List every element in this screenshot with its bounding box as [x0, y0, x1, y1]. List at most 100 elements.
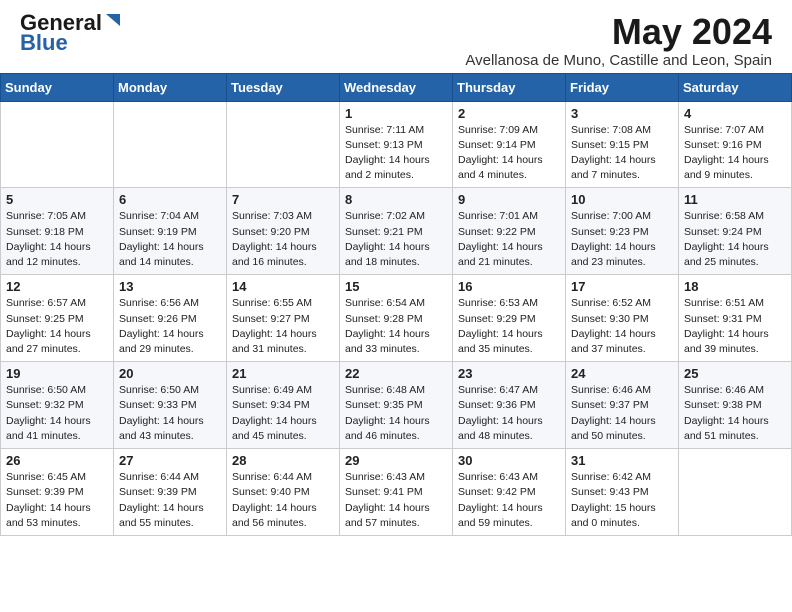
day-info: Sunrise: 6:49 AMSunset: 9:34 PMDaylight:… [232, 383, 334, 444]
weekday-header-sunday: Sunday [1, 73, 114, 101]
calendar-cell: 27 Sunrise: 6:44 AMSunset: 9:39 PMDayligh… [114, 449, 227, 536]
weekday-header-tuesday: Tuesday [227, 73, 340, 101]
day-info: Sunrise: 7:01 AMSunset: 9:22 PMDaylight:… [458, 209, 560, 270]
calendar-cell: 28 Sunrise: 6:44 AMSunset: 9:40 PMDayligh… [227, 449, 340, 536]
day-info: Sunrise: 6:58 AMSunset: 9:24 PMDaylight:… [684, 209, 786, 270]
day-number: 20 [119, 366, 221, 381]
calendar-cell: 12Sunrise: 6:57 AMSunset: 9:25 PMDayligh… [1, 275, 114, 362]
day-number: 22 [345, 366, 447, 381]
day-number: 21 [232, 366, 334, 381]
calendar-cell [227, 101, 340, 188]
day-number: 16 [458, 279, 560, 294]
day-number: 15 [345, 279, 447, 294]
day-info: Sunrise: 7:02 AMSunset: 9:21 PMDaylight:… [345, 209, 447, 270]
day-number: 6 [119, 192, 221, 207]
calendar-cell: 13 Sunrise: 6:56 AMSunset: 9:26 PMDayligh… [114, 275, 227, 362]
day-number: 24 [571, 366, 673, 381]
calendar-week-3: 12Sunrise: 6:57 AMSunset: 9:25 PMDayligh… [1, 275, 792, 362]
day-info: Sunrise: 6:51 AMSunset: 9:31 PMDaylight:… [684, 296, 786, 357]
calendar-cell: 30 Sunrise: 6:43 AMSunset: 9:42 PMDayligh… [453, 449, 566, 536]
title-block: May 2024 Avellanosa de Muno, Castille an… [465, 12, 772, 69]
day-info: Sunrise: 7:00 AMSunset: 9:23 PMDaylight:… [571, 209, 673, 270]
day-info: Sunrise: 6:46 AMSunset: 9:37 PMDaylight:… [571, 383, 673, 444]
calendar-cell: 10Sunrise: 7:00 AMSunset: 9:23 PMDayligh… [566, 188, 679, 275]
day-number: 27 [119, 453, 221, 468]
day-info: Sunrise: 6:53 AMSunset: 9:29 PMDaylight:… [458, 296, 560, 357]
calendar-cell: 14Sunrise: 6:55 AMSunset: 9:27 PMDayligh… [227, 275, 340, 362]
day-info: Sunrise: 6:45 AMSunset: 9:39 PMDaylight:… [6, 470, 108, 531]
day-number: 26 [6, 453, 108, 468]
day-number: 7 [232, 192, 334, 207]
day-number: 9 [458, 192, 560, 207]
weekday-header-thursday: Thursday [453, 73, 566, 101]
weekday-header-monday: Monday [114, 73, 227, 101]
day-info: Sunrise: 7:11 AMSunset: 9:13 PMDaylight:… [345, 123, 447, 184]
day-info: Sunrise: 6:42 AMSunset: 9:43 PMDaylight:… [571, 470, 673, 531]
day-info: Sunrise: 6:43 AMSunset: 9:42 PMDaylight:… [458, 470, 560, 531]
day-info: Sunrise: 6:55 AMSunset: 9:27 PMDaylight:… [232, 296, 334, 357]
calendar-cell: 4Sunrise: 7:07 AMSunset: 9:16 PMDaylight… [679, 101, 792, 188]
day-info: Sunrise: 6:44 AMSunset: 9:39 PMDaylight:… [119, 470, 221, 531]
day-info: Sunrise: 6:48 AMSunset: 9:35 PMDaylight:… [345, 383, 447, 444]
calendar-table: SundayMondayTuesdayWednesdayThursdayFrid… [0, 73, 792, 536]
month-title: May 2024 [465, 12, 772, 52]
day-info: Sunrise: 7:04 AMSunset: 9:19 PMDaylight:… [119, 209, 221, 270]
day-info: Sunrise: 7:03 AMSunset: 9:20 PMDaylight:… [232, 209, 334, 270]
calendar-cell: 21 Sunrise: 6:49 AMSunset: 9:34 PMDayligh… [227, 362, 340, 449]
day-number: 5 [6, 192, 108, 207]
calendar-cell: 2Sunrise: 7:09 AMSunset: 9:14 PMDaylight… [453, 101, 566, 188]
day-info: Sunrise: 7:08 AMSunset: 9:15 PMDaylight:… [571, 123, 673, 184]
calendar-cell: 16 Sunrise: 6:53 AMSunset: 9:29 PMDayligh… [453, 275, 566, 362]
calendar-cell: 26 Sunrise: 6:45 AMSunset: 9:39 PMDayligh… [1, 449, 114, 536]
day-number: 13 [119, 279, 221, 294]
calendar-cell: 9 Sunrise: 7:01 AMSunset: 9:22 PMDaylight… [453, 188, 566, 275]
day-info: Sunrise: 7:05 AMSunset: 9:18 PMDaylight:… [6, 209, 108, 270]
day-number: 30 [458, 453, 560, 468]
day-number: 1 [345, 106, 447, 121]
day-info: Sunrise: 6:50 AMSunset: 9:33 PMDaylight:… [119, 383, 221, 444]
calendar-cell: 6 Sunrise: 7:04 AMSunset: 9:19 PMDaylight… [114, 188, 227, 275]
calendar-cell [114, 101, 227, 188]
calendar-cell: 15 Sunrise: 6:54 AMSunset: 9:28 PMDayligh… [340, 275, 453, 362]
location: Avellanosa de Muno, Castille and Leon, S… [465, 52, 772, 69]
day-info: Sunrise: 6:47 AMSunset: 9:36 PMDaylight:… [458, 383, 560, 444]
weekday-header-wednesday: Wednesday [340, 73, 453, 101]
calendar-cell: 31Sunrise: 6:42 AMSunset: 9:43 PMDayligh… [566, 449, 679, 536]
calendar-cell: 17Sunrise: 6:52 AMSunset: 9:30 PMDayligh… [566, 275, 679, 362]
calendar-cell: 23 Sunrise: 6:47 AMSunset: 9:36 PMDayligh… [453, 362, 566, 449]
logo-arrow-icon [104, 12, 122, 30]
day-number: 29 [345, 453, 447, 468]
calendar-cell: 5 Sunrise: 7:05 AMSunset: 9:18 PMDaylight… [1, 188, 114, 275]
logo: General Blue [20, 12, 122, 54]
day-number: 25 [684, 366, 786, 381]
day-info: Sunrise: 7:09 AMSunset: 9:14 PMDaylight:… [458, 123, 560, 184]
calendar-week-1: 1 Sunrise: 7:11 AMSunset: 9:13 PMDaylight… [1, 101, 792, 188]
calendar-cell: 19Sunrise: 6:50 AMSunset: 9:32 PMDayligh… [1, 362, 114, 449]
weekday-header-friday: Friday [566, 73, 679, 101]
day-number: 28 [232, 453, 334, 468]
day-number: 19 [6, 366, 108, 381]
weekday-header-row: SundayMondayTuesdayWednesdayThursdayFrid… [1, 73, 792, 101]
day-number: 4 [684, 106, 786, 121]
calendar-week-2: 5 Sunrise: 7:05 AMSunset: 9:18 PMDaylight… [1, 188, 792, 275]
day-info: Sunrise: 6:57 AMSunset: 9:25 PMDaylight:… [6, 296, 108, 357]
calendar-cell: 8Sunrise: 7:02 AMSunset: 9:21 PMDaylight… [340, 188, 453, 275]
day-info: Sunrise: 6:56 AMSunset: 9:26 PMDaylight:… [119, 296, 221, 357]
calendar-cell: 18Sunrise: 6:51 AMSunset: 9:31 PMDayligh… [679, 275, 792, 362]
calendar-cell: 7 Sunrise: 7:03 AMSunset: 9:20 PMDaylight… [227, 188, 340, 275]
day-info: Sunrise: 6:46 AMSunset: 9:38 PMDaylight:… [684, 383, 786, 444]
calendar-cell: 3 Sunrise: 7:08 AMSunset: 9:15 PMDaylight… [566, 101, 679, 188]
day-info: Sunrise: 6:44 AMSunset: 9:40 PMDaylight:… [232, 470, 334, 531]
day-info: Sunrise: 6:54 AMSunset: 9:28 PMDaylight:… [345, 296, 447, 357]
calendar-cell: 11 Sunrise: 6:58 AMSunset: 9:24 PMDayligh… [679, 188, 792, 275]
calendar-cell: 24 Sunrise: 6:46 AMSunset: 9:37 PMDayligh… [566, 362, 679, 449]
day-number: 23 [458, 366, 560, 381]
calendar-cell: 22 Sunrise: 6:48 AMSunset: 9:35 PMDayligh… [340, 362, 453, 449]
calendar-cell: 20 Sunrise: 6:50 AMSunset: 9:33 PMDayligh… [114, 362, 227, 449]
day-number: 3 [571, 106, 673, 121]
day-info: Sunrise: 6:43 AMSunset: 9:41 PMDaylight:… [345, 470, 447, 531]
calendar-cell: 25 Sunrise: 6:46 AMSunset: 9:38 PMDayligh… [679, 362, 792, 449]
day-number: 11 [684, 192, 786, 207]
day-info: Sunrise: 6:52 AMSunset: 9:30 PMDaylight:… [571, 296, 673, 357]
calendar-cell [1, 101, 114, 188]
